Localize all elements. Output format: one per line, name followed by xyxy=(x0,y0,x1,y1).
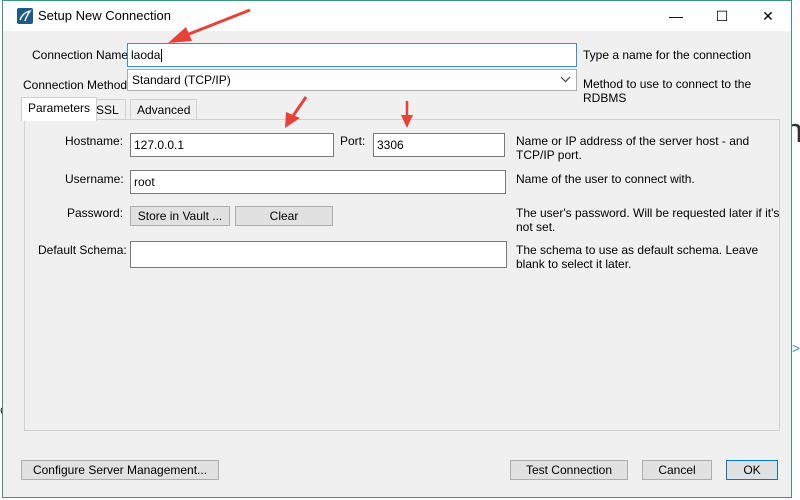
default-schema-label: Default Schema: xyxy=(38,243,127,257)
setup-connection-dialog: Setup New Connection — ☐ ✕ Connection Na… xyxy=(2,0,792,498)
background-glyph-arrow: > xyxy=(792,340,800,356)
parameters-panel xyxy=(24,119,780,431)
maximize-icon: ☐ xyxy=(715,7,729,24)
connection-name-value: laoda xyxy=(131,48,161,62)
text-caret xyxy=(161,49,163,63)
port-label: Port: xyxy=(340,134,366,148)
cancel-button[interactable]: Cancel xyxy=(642,460,712,480)
default-schema-input[interactable] xyxy=(130,241,507,268)
default-schema-hint-line-2: blank to select it later. xyxy=(516,257,632,271)
connection-name-hint: Type a name for the connection xyxy=(583,48,752,62)
minimize-button[interactable]: — xyxy=(653,1,699,31)
window-title: Setup New Connection xyxy=(38,8,171,23)
connection-method-label: Connection Method: xyxy=(23,78,131,92)
connection-method-select[interactable]: Standard (TCP/IP) xyxy=(127,69,577,91)
maximize-button[interactable]: ☐ xyxy=(699,1,745,31)
password-label: Password: xyxy=(67,206,124,220)
hostname-hint-line-2: TCP/IP port. xyxy=(516,148,582,162)
connection-method-value: Standard (TCP/IP) xyxy=(132,73,231,87)
port-input[interactable]: 3306 xyxy=(373,133,505,157)
password-hint-line-2: not set. xyxy=(516,220,556,234)
close-button[interactable]: ✕ xyxy=(745,1,791,31)
hostname-input[interactable]: 127.0.0.1 xyxy=(130,133,334,157)
store-in-vault-button[interactable]: Store in Vault ... xyxy=(130,206,230,226)
title-bar[interactable]: Setup New Connection — ☐ ✕ xyxy=(3,1,791,31)
clear-password-button[interactable]: Clear xyxy=(235,206,333,226)
tab-advanced[interactable]: Advanced xyxy=(130,99,198,120)
username-input[interactable]: root xyxy=(130,170,506,194)
connection-method-hint: Method to use to connect to the RDBMS xyxy=(583,77,752,105)
username-hint: Name of the user to connect with. xyxy=(516,172,695,186)
username-label: Username: xyxy=(65,172,124,186)
ok-button[interactable]: OK xyxy=(726,460,778,480)
hostname-hint-line-1: Name or IP address of the server host - … xyxy=(516,134,750,148)
hostname-label: Hostname: xyxy=(65,134,124,148)
chevron-down-icon xyxy=(560,72,571,89)
connection-name-input[interactable]: laoda xyxy=(127,43,577,67)
password-hint-line-1: The user's password. Will be requested l… xyxy=(516,206,780,220)
mysql-workbench-icon xyxy=(17,8,33,24)
test-connection-button[interactable]: Test Connection xyxy=(510,460,628,480)
tab-parameters[interactable]: Parameters xyxy=(21,97,98,121)
connection-name-label: Connection Name: xyxy=(32,48,132,62)
configure-server-management-button[interactable]: Configure Server Management... xyxy=(21,460,219,480)
default-schema-hint-line-1: The schema to use as default schema. Lea… xyxy=(516,243,759,257)
close-icon: ✕ xyxy=(762,7,774,24)
minimize-icon: — xyxy=(669,8,683,24)
